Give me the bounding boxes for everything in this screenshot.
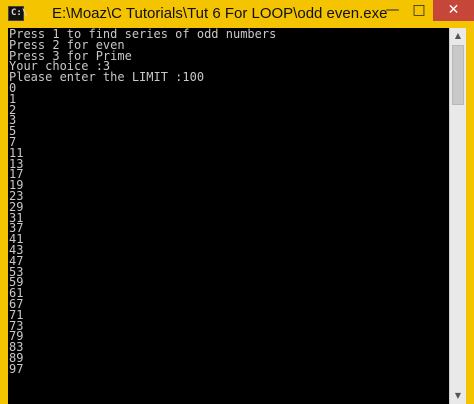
console-line: 17 xyxy=(9,167,24,182)
maximize-button[interactable]: □ xyxy=(406,0,432,21)
console-line: 7 xyxy=(9,134,17,149)
console-line: 97 xyxy=(9,361,24,376)
console-line: 89 xyxy=(9,350,24,365)
console-line: 31 xyxy=(9,210,24,225)
scroll-thumb[interactable] xyxy=(452,45,464,105)
console-line: 2 xyxy=(9,102,17,117)
console-line: 1 xyxy=(9,91,17,106)
console-line: 37 xyxy=(9,221,24,236)
console-line: 53 xyxy=(9,264,24,279)
close-button[interactable]: ✕ xyxy=(433,0,474,21)
console-line: 71 xyxy=(9,307,24,322)
console-line: Please enter the LIMIT :100 xyxy=(9,70,205,85)
window-title: E:\Moaz\C Tutorials\Tut 6 For LOOP\odd e… xyxy=(52,5,388,22)
console-line: 29 xyxy=(9,199,24,214)
console-line: 0 xyxy=(9,80,17,95)
console-line: 11 xyxy=(9,145,24,160)
console-line: 59 xyxy=(9,275,24,290)
console-line: 23 xyxy=(9,188,24,203)
console-line: 83 xyxy=(9,340,24,355)
console-line: 3 xyxy=(9,113,17,128)
console-line: 13 xyxy=(9,156,24,171)
console-window: C:\ E:\Moaz\C Tutorials\Tut 6 For LOOP\o… xyxy=(0,0,474,404)
vertical-scrollbar[interactable]: ▲ ▼ xyxy=(449,28,466,404)
console-line: 67 xyxy=(9,296,24,311)
console-line: 5 xyxy=(9,124,17,139)
console-line: 47 xyxy=(9,253,24,268)
console-icon[interactable]: C:\ xyxy=(8,6,28,21)
console-line: 19 xyxy=(9,178,24,193)
console-text: Press 1 to find series of odd numbers Pre… xyxy=(8,28,457,376)
scroll-down-arrow-icon[interactable]: ▼ xyxy=(450,388,466,404)
console-line: 61 xyxy=(9,286,24,301)
console-line: 41 xyxy=(9,232,24,247)
console-line: 43 xyxy=(9,242,24,257)
console-line: 73 xyxy=(9,318,24,333)
console-line: 79 xyxy=(9,329,24,344)
minimize-button[interactable]: — xyxy=(379,0,406,21)
console-icon-text: C:\ xyxy=(11,8,28,18)
scroll-up-arrow-icon[interactable]: ▲ xyxy=(450,28,466,44)
console-output[interactable]: Press 1 to find series of odd numbers Pre… xyxy=(8,28,457,404)
title-bar[interactable]: C:\ E:\Moaz\C Tutorials\Tut 6 For LOOP\o… xyxy=(0,0,474,28)
